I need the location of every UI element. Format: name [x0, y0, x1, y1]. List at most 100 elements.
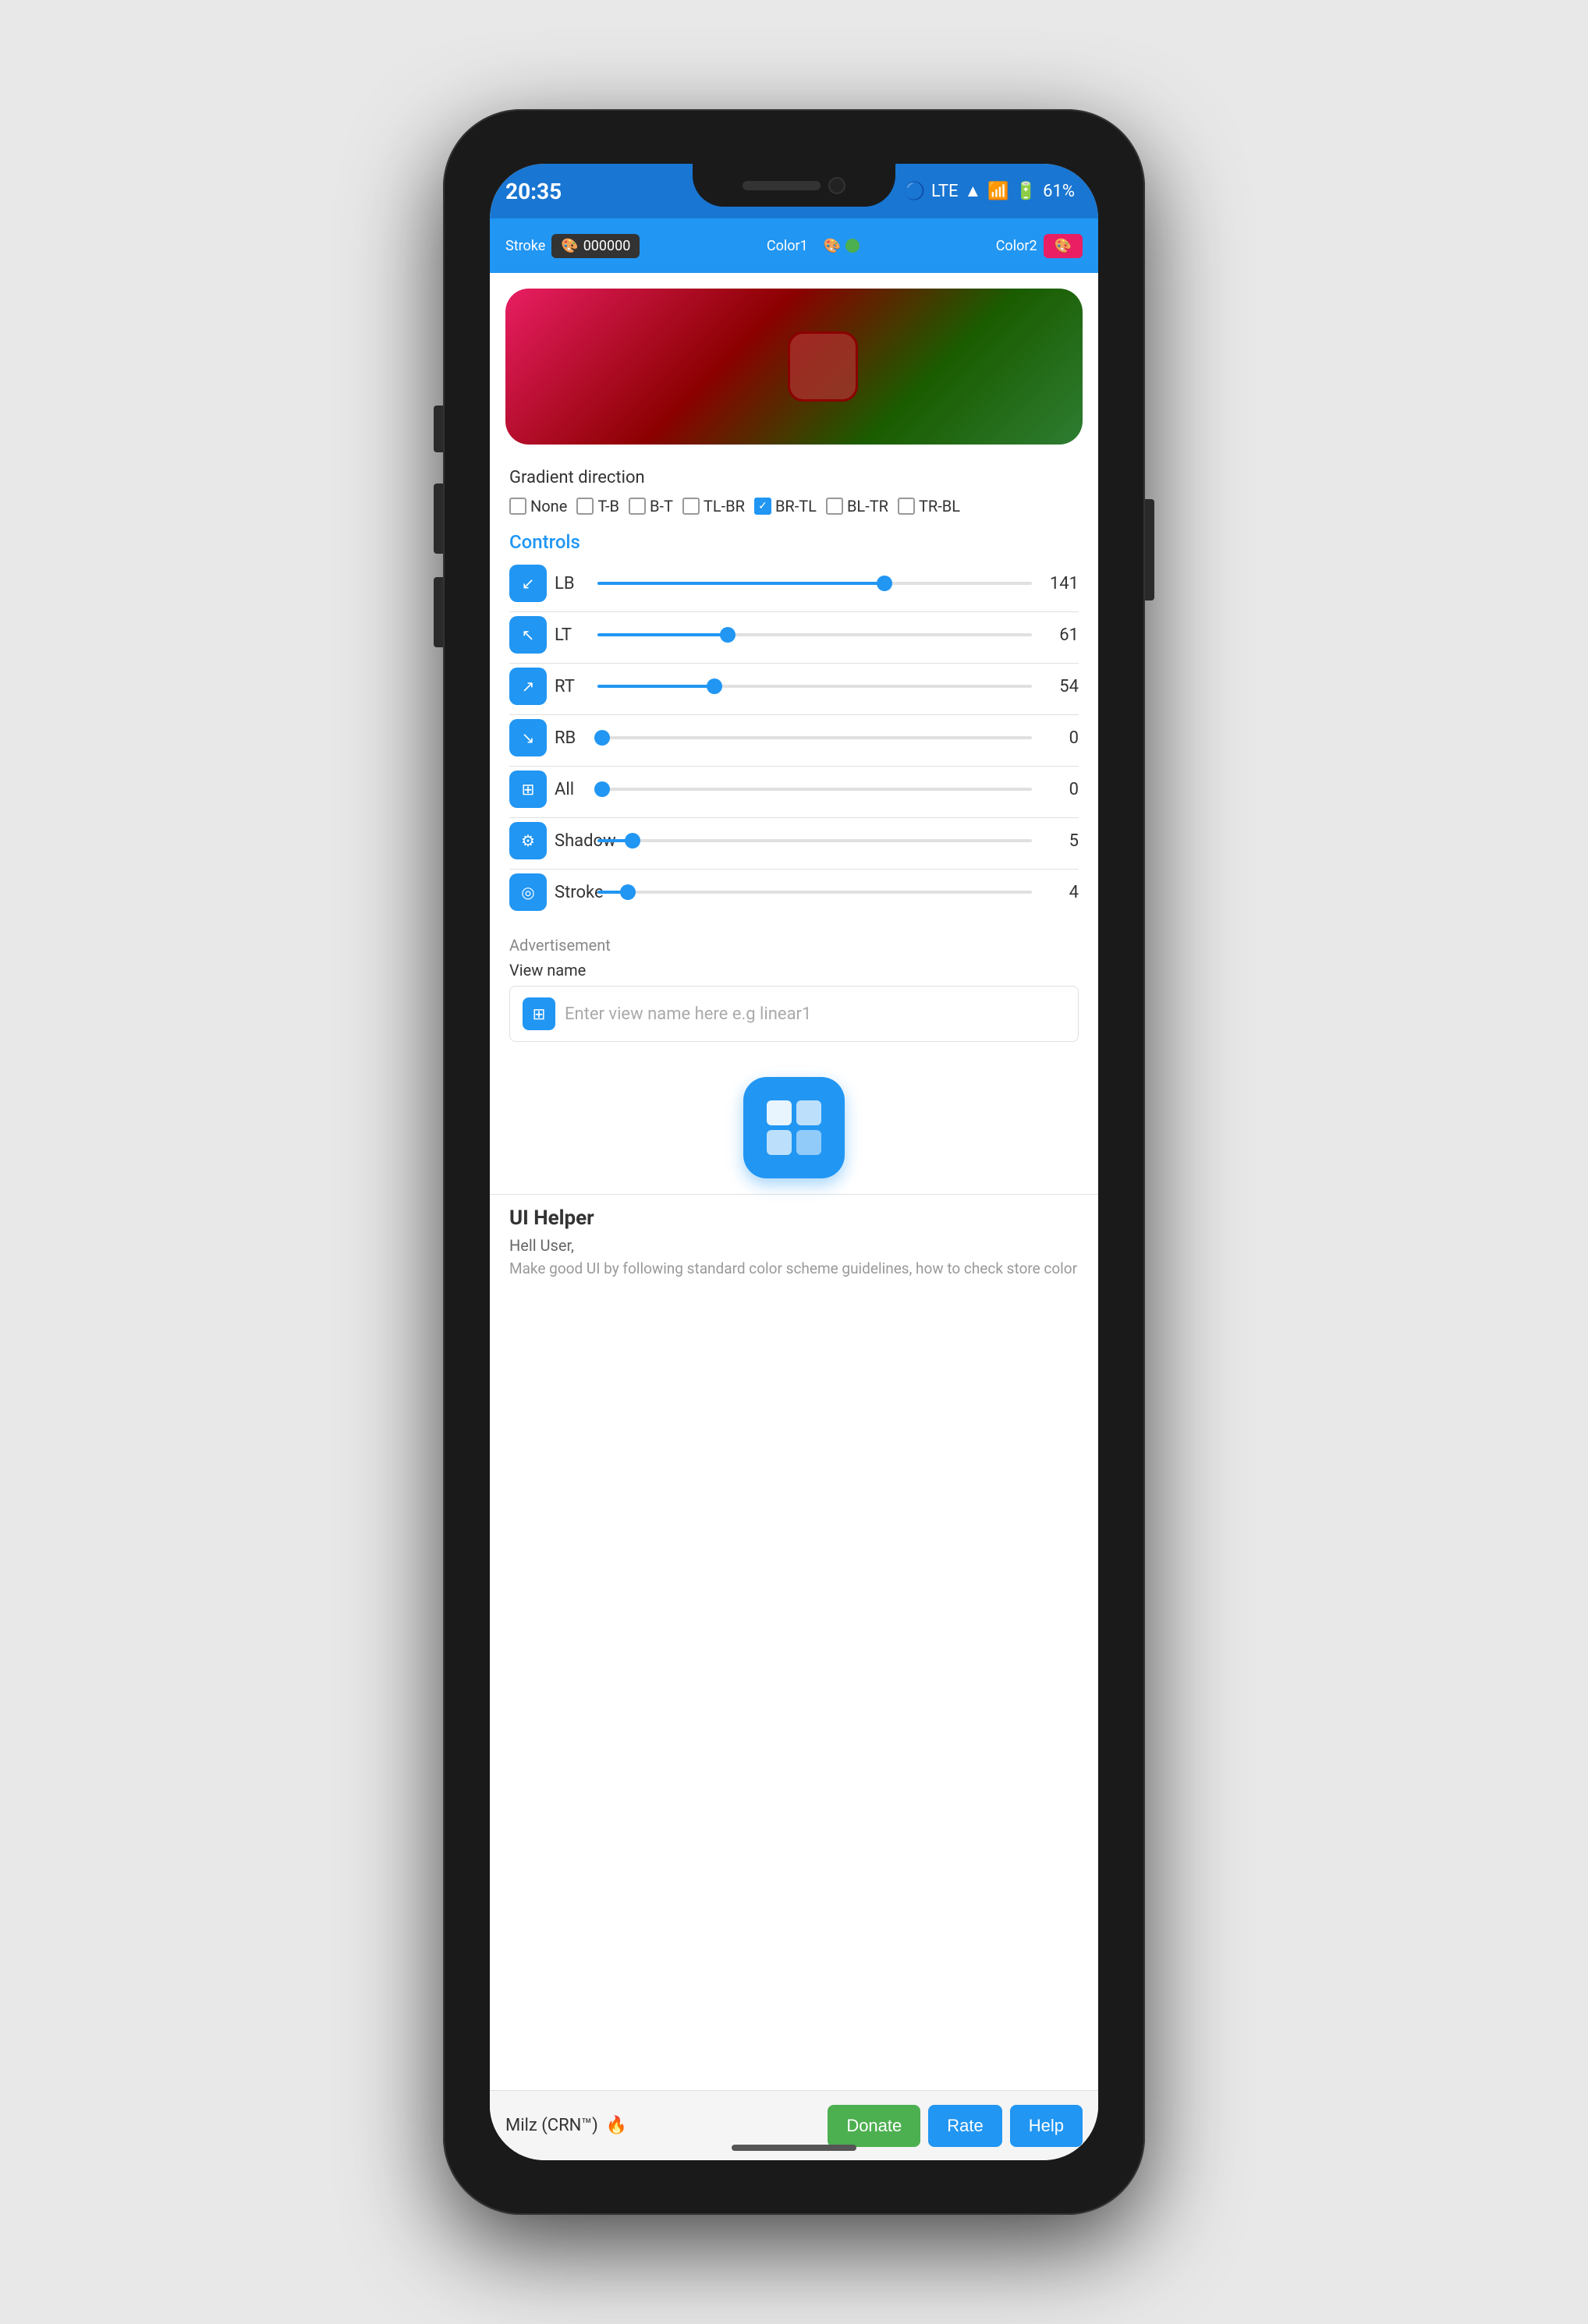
- toolbar-color2-section: Color2 🎨: [996, 234, 1083, 258]
- label-trbl: TR-BL: [919, 497, 960, 515]
- shadow-slider-fill: [597, 839, 633, 842]
- stroke-slider-thumb: [620, 884, 636, 900]
- wifi-icon: 📶: [987, 182, 1008, 201]
- control-row-all: ⊞ All 0: [509, 771, 1079, 808]
- shadow-slider[interactable]: [597, 839, 1032, 842]
- helper-section: UI Helper Hell User, Make good UI by fol…: [490, 1194, 1098, 1289]
- view-name-label: View name: [509, 961, 1079, 980]
- lt-label: LT: [555, 625, 590, 645]
- checkbox-none[interactable]: [509, 498, 526, 515]
- rate-button[interactable]: Rate: [928, 2105, 1001, 2147]
- battery-percent: 61%: [1043, 182, 1075, 201]
- lt-value: 61: [1040, 625, 1079, 645]
- control-row-stroke: ◎ Stroke 4: [509, 873, 1079, 911]
- rt-slider-thumb: [707, 678, 722, 694]
- app-logo-section: [490, 1054, 1098, 1194]
- label-brtl: BR-TL: [775, 497, 817, 515]
- advertisement-section: Advertisement View name ⊞ Enter view nam…: [490, 932, 1098, 1054]
- stroke-ctrl-icon[interactable]: ◎: [509, 873, 547, 911]
- lb-label: LB: [555, 574, 590, 593]
- rt-slider[interactable]: [597, 685, 1032, 688]
- stroke-ctrl-value: 4: [1040, 883, 1079, 902]
- checkbox-trbl[interactable]: [898, 498, 915, 515]
- color2-label: Color2: [996, 238, 1037, 254]
- helper-subtext: Make good UI by following standard color…: [509, 1259, 1079, 1277]
- lb-icon[interactable]: ↙: [509, 565, 547, 602]
- shadow-value: 5: [1040, 831, 1079, 851]
- controls-section: Controls ↙ LB 141: [490, 519, 1098, 932]
- direction-tlbr[interactable]: TL-BR: [682, 497, 745, 515]
- label-tlbr: TL-BR: [704, 497, 745, 515]
- author-section: Milz (CRN™) 🔥: [505, 2116, 627, 2135]
- battery-icon: 🔋: [1016, 182, 1037, 201]
- divider-shadow: [509, 869, 1079, 870]
- gradient-direction-section: Gradient direction None T-B B-T: [490, 460, 1098, 519]
- checkbox-brtl[interactable]: ✓: [754, 498, 771, 515]
- lb-slider[interactable]: [597, 582, 1032, 585]
- checkbox-bt[interactable]: [629, 498, 646, 515]
- color2-chip[interactable]: 🎨: [1044, 234, 1083, 258]
- volume-up-button[interactable]: [434, 406, 443, 452]
- direction-tb[interactable]: T-B: [576, 497, 619, 515]
- shadow-label: Shadow: [555, 831, 590, 851]
- all-slider-thumb: [594, 781, 610, 797]
- shadow-icon[interactable]: ⚙: [509, 822, 547, 859]
- toolbar-color1-section: Color1 🎨: [767, 234, 869, 258]
- control-row-lb: ↙ LB 141: [509, 565, 1079, 602]
- notch-speaker: [743, 181, 821, 190]
- all-icon[interactable]: ⊞: [509, 771, 547, 808]
- controls-title: Controls: [509, 531, 1079, 553]
- color1-label: Color1: [767, 238, 808, 254]
- donate-button[interactable]: Donate: [828, 2105, 920, 2147]
- volume-down-button[interactable]: [434, 484, 443, 554]
- lt-icon[interactable]: ↖: [509, 616, 547, 654]
- lte-icon: 🔵: [904, 182, 925, 201]
- silent-button[interactable]: [434, 577, 443, 647]
- all-slider[interactable]: [597, 788, 1032, 791]
- palette-stroke-icon: 🎨: [561, 238, 578, 254]
- toolbar-stroke-section: Stroke 🎨 000000: [505, 234, 640, 258]
- stroke-chip[interactable]: 🎨 000000: [551, 234, 640, 258]
- checkbox-tb[interactable]: [576, 498, 594, 515]
- label-none: None: [530, 497, 567, 515]
- stroke-label: Stroke: [505, 238, 545, 254]
- checkbox-bltr[interactable]: [826, 498, 843, 515]
- app-logo: [743, 1077, 845, 1178]
- power-button[interactable]: [1145, 499, 1154, 600]
- all-value: 0: [1040, 780, 1079, 799]
- rt-icon[interactable]: ↗: [509, 668, 547, 705]
- view-name-placeholder: Enter view name here e.g linear1: [565, 1004, 811, 1024]
- divider-lt: [509, 663, 1079, 664]
- stroke-slider-fill: [597, 891, 628, 894]
- direction-bt[interactable]: B-T: [629, 497, 673, 515]
- signal-icon: ▲: [965, 181, 982, 201]
- page-wrapper: 20:35 ▤ ▶ ◈ 🔵 LTE ▲ 📶 🔋 61% St: [0, 0, 1588, 2324]
- divider-lb: [509, 611, 1079, 612]
- status-right-icons: 🔵 LTE ▲ 📶 🔋 61%: [904, 181, 1075, 201]
- view-name-input-wrapper[interactable]: ⊞ Enter view name here e.g linear1: [509, 986, 1079, 1042]
- rb-slider-thumb: [594, 730, 610, 746]
- help-button[interactable]: Help: [1010, 2105, 1083, 2147]
- lt-slider[interactable]: [597, 633, 1032, 636]
- stroke-slider[interactable]: [597, 891, 1032, 894]
- rb-icon[interactable]: ↘: [509, 719, 547, 756]
- view-name-grid-icon: ⊞: [523, 997, 555, 1030]
- checkbox-tlbr[interactable]: [682, 498, 700, 515]
- rb-value: 0: [1040, 728, 1079, 748]
- helper-greeting: Hell User,: [509, 1236, 1079, 1255]
- gradient-shape-preview: [788, 331, 858, 402]
- front-camera: [828, 177, 845, 194]
- gradient-preview: [505, 289, 1083, 445]
- direction-bltr[interactable]: BL-TR: [826, 497, 888, 515]
- palette-color2-icon: 🎨: [1055, 238, 1072, 254]
- rb-slider[interactable]: [597, 736, 1032, 739]
- divider-all: [509, 817, 1079, 818]
- direction-none[interactable]: None: [509, 497, 567, 515]
- all-label: All: [555, 780, 590, 799]
- color1-chip[interactable]: 🎨: [814, 234, 869, 258]
- rt-slider-fill: [597, 685, 714, 688]
- direction-brtl[interactable]: ✓ BR-TL: [754, 497, 817, 515]
- direction-trbl[interactable]: TR-BL: [898, 497, 960, 515]
- rb-label: RB: [555, 728, 590, 748]
- control-row-shadow: ⚙ Shadow 5: [509, 822, 1079, 859]
